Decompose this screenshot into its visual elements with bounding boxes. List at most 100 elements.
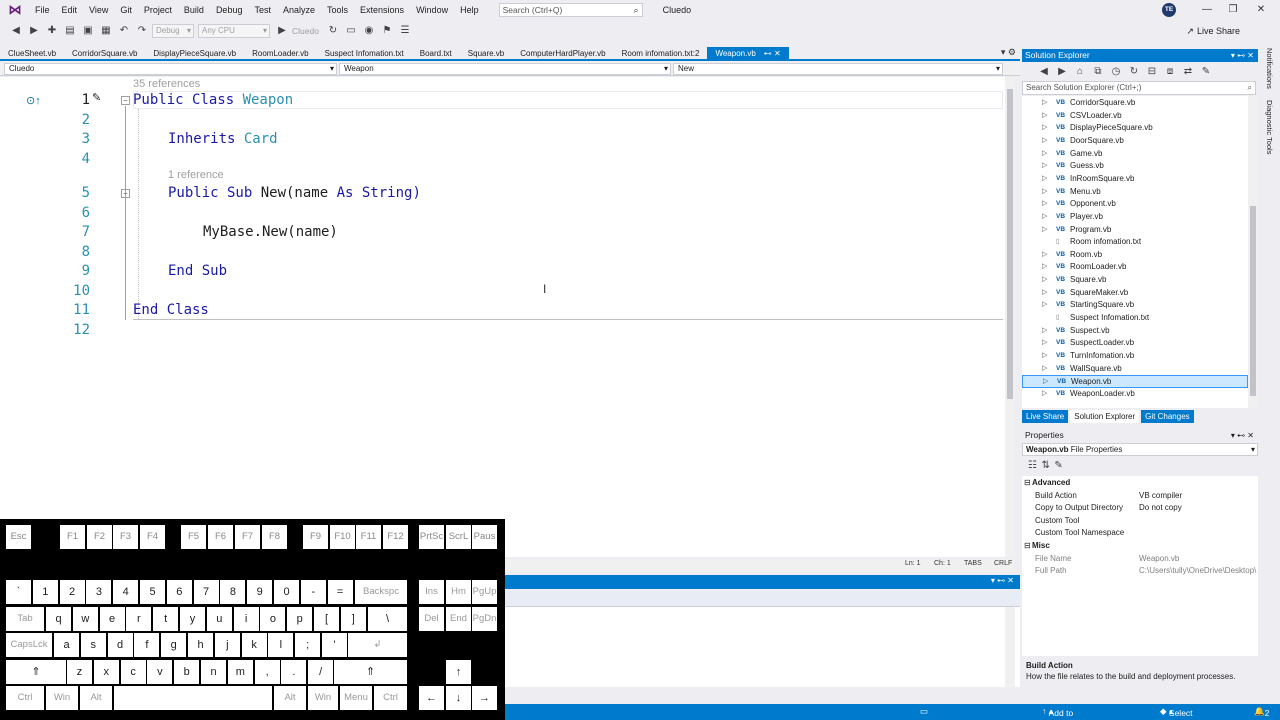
expand-icon[interactable]: ▷ (1042, 110, 1047, 123)
editor-scrollbar[interactable] (1005, 77, 1015, 557)
keyboard-key[interactable]: j (214, 633, 240, 657)
keyboard-key[interactable]: Ctrl (374, 686, 407, 710)
property-value[interactable]: Do not copy (1139, 502, 1182, 515)
back-icon[interactable]: ◀ (8, 23, 24, 39)
panel-tools-icon[interactable]: ▾ ⊷ ✕ (1231, 429, 1254, 442)
property-value[interactable]: C:\Users\tully\OneDrive\Desktop\ (1139, 565, 1256, 578)
expand-icon[interactable]: ▷ (1042, 274, 1047, 287)
keyboard-key[interactable]: l (268, 633, 294, 657)
keyboard-key[interactable]: , (254, 660, 280, 684)
keyboard-key[interactable]: CapsLck (6, 633, 52, 657)
keyboard-key[interactable]: v (147, 660, 173, 684)
collapse-icon[interactable]: ⊟ (1024, 477, 1031, 490)
tree-item[interactable]: ▷ VB Suspect.vb (1022, 325, 1248, 338)
tree-item[interactable]: ▷ VB Menu.vb (1022, 186, 1248, 199)
tab-diagnostic-tools[interactable]: Diagnostic Tools (1265, 100, 1274, 154)
open-icon[interactable]: ▤ (62, 23, 78, 39)
keyboard-key[interactable]: ↲ (348, 633, 407, 657)
tab-roomloader[interactable]: RoomLoader.vb (244, 47, 316, 60)
keyboard-key[interactable]: Alt (80, 686, 112, 710)
keyboard-key[interactable]: z (67, 660, 92, 684)
keyboard-key[interactable]: F1 (60, 525, 85, 549)
tree-item[interactable]: ▷ VB WallSquare.vb (1022, 363, 1248, 376)
property-category[interactable]: ⊟ Advanced (1022, 477, 1258, 490)
keyboard-key[interactable]: Alt (274, 686, 306, 710)
camera-icon[interactable]: ◉ (361, 23, 377, 39)
tree-item[interactable]: ▷ VB RoomLoader.vb (1022, 261, 1248, 274)
keyboard-key[interactable]: y (180, 607, 205, 631)
keyboard-key[interactable]: F2 (87, 525, 112, 549)
keyboard-key[interactable]: Tab (6, 607, 44, 631)
keyboard-key[interactable]: PrtSc (419, 525, 444, 549)
tab-git-changes[interactable]: Git Changes (1141, 410, 1194, 423)
forward-icon[interactable]: ▶ (1054, 64, 1070, 80)
keyboard-key[interactable]: 2 (59, 580, 85, 604)
add-to-source-control[interactable]: ↑ Add to Source Control ▴ (1042, 706, 1076, 720)
keyboard-key[interactable]: F3 (113, 525, 138, 549)
expand-icon[interactable]: ▷ (1042, 148, 1047, 161)
tab-corridorsquare[interactable]: CorridorSquare.vb (64, 47, 145, 60)
menu-build[interactable]: Build (178, 0, 210, 20)
tab-live-share[interactable]: Live Share (1022, 410, 1069, 423)
refresh-icon[interactable]: ↻ (325, 23, 341, 39)
keyboard-key[interactable]: F10 (330, 525, 355, 549)
keyboard-key[interactable]: ` (6, 580, 31, 604)
keyboard-key[interactable]: F5 (181, 525, 206, 549)
keyboard-key[interactable]: ⇑ (334, 660, 407, 684)
tree-item[interactable]: ▷ VB SquareMaker.vb (1022, 287, 1248, 300)
keyboard-key[interactable]: = (327, 580, 353, 604)
expand-icon[interactable]: ▷ (1042, 160, 1047, 173)
keyboard-key[interactable]: ] (340, 607, 366, 631)
refresh-icon[interactable]: ↻ (1126, 64, 1142, 80)
categorized-icon[interactable]: ☷ (1028, 460, 1037, 471)
keyboard-key[interactable]: 0 (274, 580, 299, 604)
keyboard-key[interactable]: d (107, 633, 133, 657)
keyboard-key[interactable]: w (72, 607, 98, 631)
keyboard-key[interactable]: m (227, 660, 253, 684)
tree-item[interactable]: ▷ VB Player.vb (1022, 211, 1248, 224)
output-scrollbar[interactable] (1005, 607, 1015, 687)
tree-item[interactable]: ▷ VB StartingSquare.vb (1022, 299, 1248, 312)
menu-project[interactable]: Project (138, 0, 178, 20)
save-icon[interactable]: ▣ (80, 23, 96, 39)
keyboard-key[interactable]: 5 (140, 580, 165, 604)
keyboard-key[interactable]: 1 (32, 580, 58, 604)
property-row[interactable]: Full Path C:\Users\tully\OneDrive\Desktop… (1022, 565, 1258, 578)
keyboard-key[interactable]: Hm (446, 580, 471, 604)
tab-cluesheet[interactable]: ClueSheet.vb (0, 47, 64, 60)
redo-icon[interactable]: ↷ (134, 23, 150, 39)
tab-solution-explorer[interactable]: Solution Explorer (1070, 410, 1140, 423)
collapse-all-icon[interactable]: ⊟ (1144, 64, 1160, 80)
browser-icon[interactable]: ▭ (343, 23, 359, 39)
keyboard-key[interactable]: ← (419, 686, 444, 710)
back-icon[interactable]: ◀ (1036, 64, 1052, 80)
properties-icon[interactable]: ✎ (1198, 64, 1214, 80)
platform-select[interactable]: Any CPU (198, 24, 270, 38)
expand-icon[interactable]: ▷ (1042, 135, 1047, 148)
tree-item[interactable]: ▯ Room infomation.txt (1022, 236, 1248, 249)
keyboard-key[interactable]: i (233, 607, 259, 631)
minimize-icon[interactable]: — (1194, 0, 1220, 20)
keyboard-key[interactable]: ' (322, 633, 347, 657)
tab-computerhardplayer[interactable]: ComputerHardPlayer.vb (512, 47, 613, 60)
tree-item[interactable]: ▷ VB TurnInfomation.vb (1022, 350, 1248, 363)
keyboard-key[interactable]: Del (419, 607, 444, 631)
keyboard-key[interactable]: Win (46, 686, 78, 710)
property-value[interactable]: VB compiler (1139, 490, 1182, 503)
menu-help[interactable]: Help (454, 0, 485, 20)
keyboard-key[interactable]: 8 (220, 580, 246, 604)
solution-explorer-scrollbar[interactable] (1248, 96, 1258, 408)
keyboard-key[interactable]: 3 (86, 580, 112, 604)
scrollbar-thumb[interactable] (1250, 206, 1256, 396)
tree-item[interactable]: ▷ VB Opponent.vb (1022, 198, 1248, 211)
keyboard-key[interactable]: Win (308, 686, 338, 710)
spacebar-key[interactable] (114, 686, 272, 710)
keyboard-key[interactable]: ↓ (446, 686, 471, 710)
tree-item[interactable]: ▷ VB Room.vb (1022, 249, 1248, 262)
keyboard-key[interactable]: ; (295, 633, 321, 657)
expand-icon[interactable]: ▷ (1042, 198, 1047, 211)
forward-icon[interactable]: ▶ (26, 23, 42, 39)
tree-item[interactable]: ▷ VB CorridorSquare.vb (1022, 97, 1248, 110)
undo-icon[interactable]: ↶ (116, 23, 132, 39)
keyboard-key[interactable]: F12 (383, 525, 408, 549)
